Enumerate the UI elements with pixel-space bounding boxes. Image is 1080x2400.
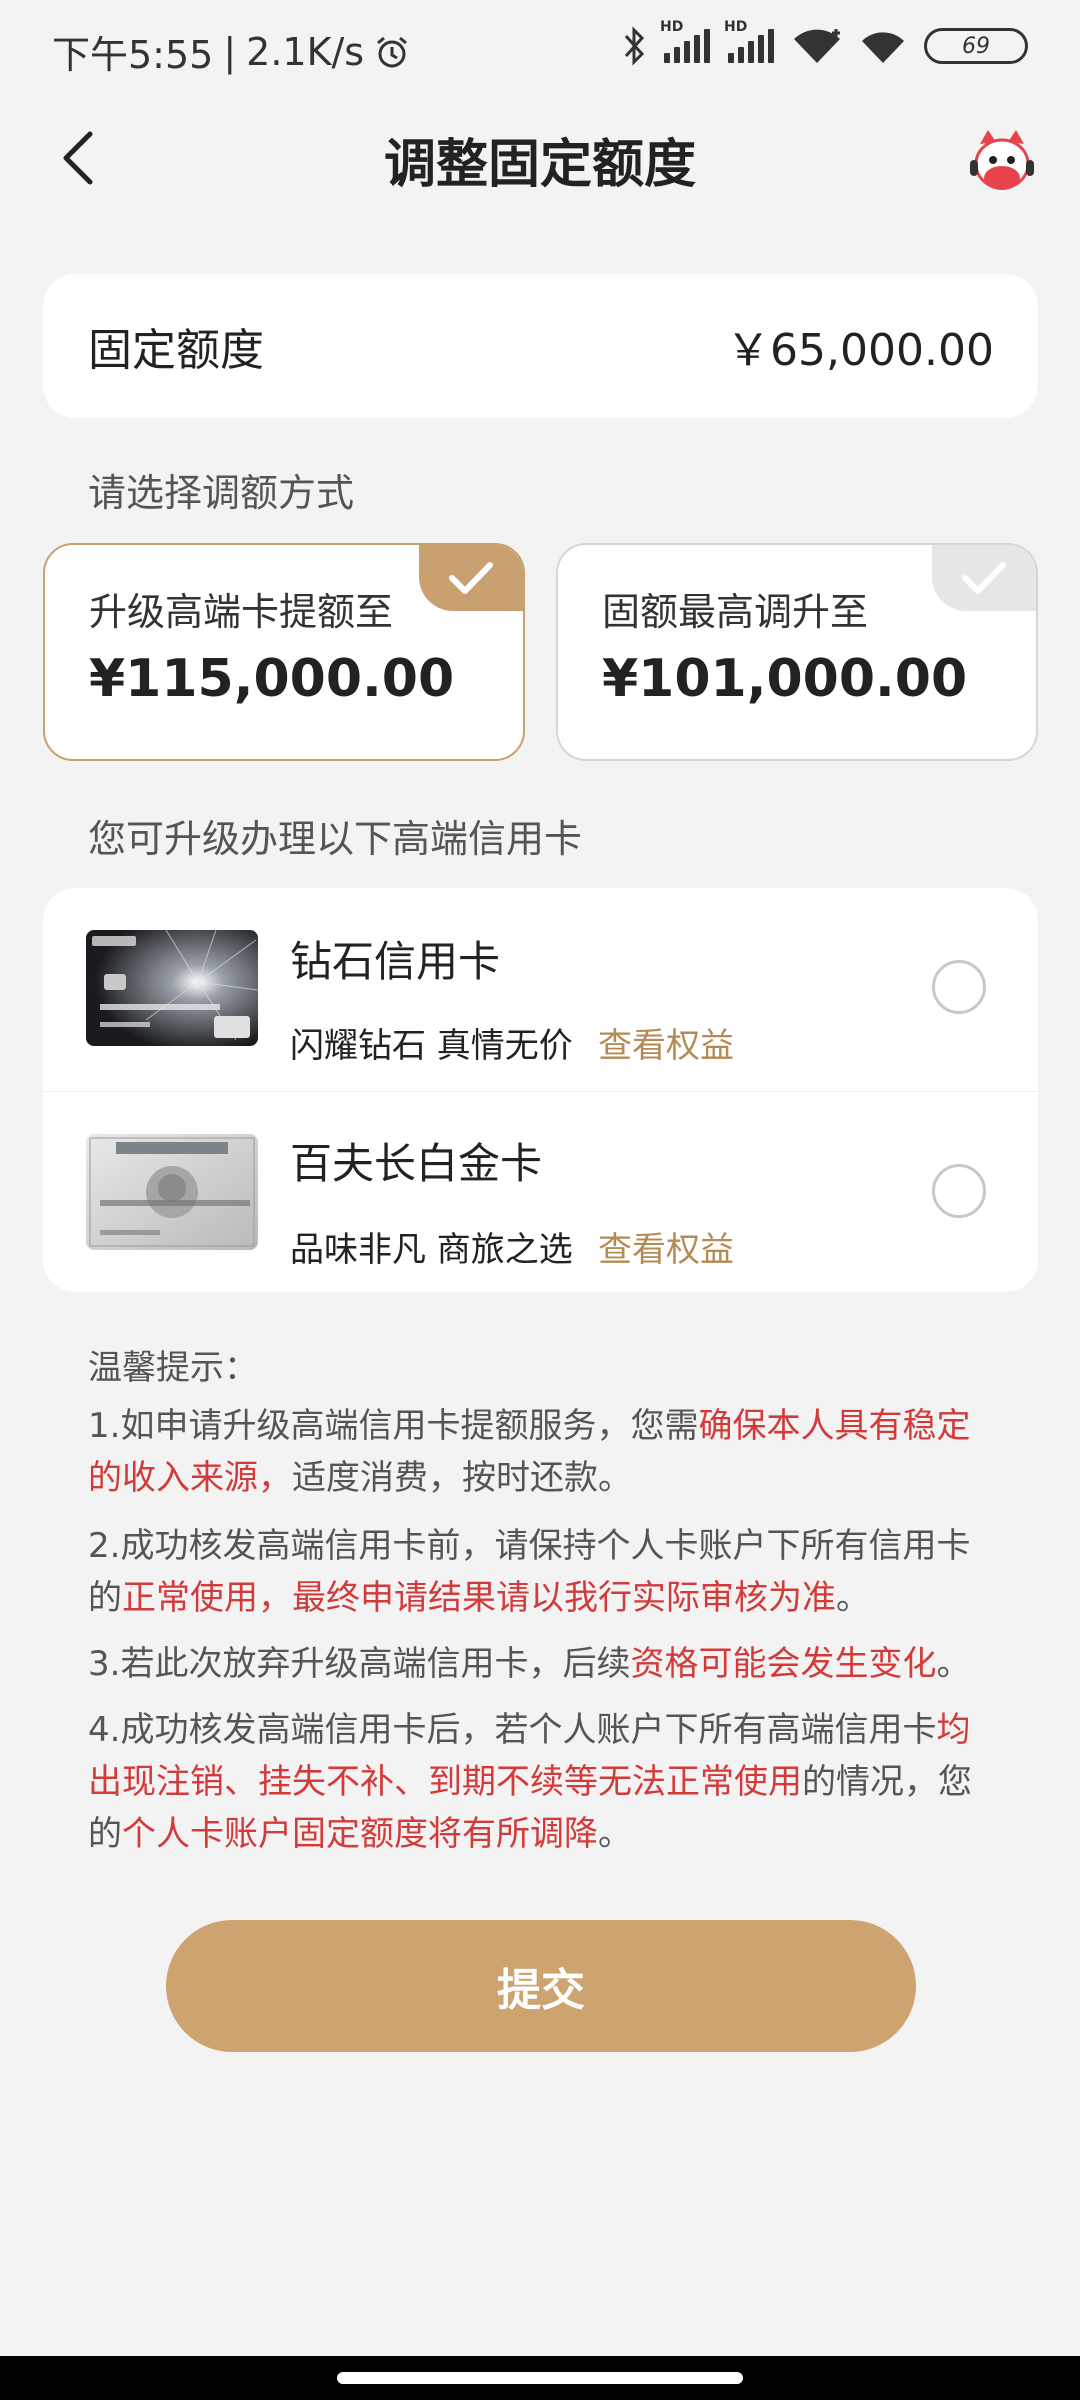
tip-3: 3.若此次放弃升级高端信用卡，后续资格可能会发生变化。 bbox=[88, 1638, 988, 1690]
battery-level: 69 bbox=[962, 33, 990, 59]
status-speed: 2.1K/s bbox=[246, 29, 365, 74]
check-icon bbox=[449, 562, 493, 594]
selected-badge bbox=[419, 545, 523, 611]
submit-label: 提交 bbox=[497, 1965, 585, 2016]
tip-4-text-end: 。 bbox=[598, 1814, 632, 1854]
diamond-card-desc: 闪耀钻石 真情无价 bbox=[290, 1026, 573, 1066]
diamond-card-image bbox=[86, 930, 258, 1046]
tip-3-text: 3.若此次放弃升级高端信用卡，后续 bbox=[88, 1644, 631, 1684]
option-upgrade-card[interactable]: 升级高端卡提额至 ¥115,000.00 bbox=[43, 543, 525, 761]
tip-2-text-end: 。 bbox=[836, 1578, 870, 1618]
tip-2: 2.成功核发高端信用卡前，请保持个人卡账户下所有信用卡的正常使用，最终申请结果请… bbox=[88, 1520, 988, 1624]
tip-2-highlight: 正常使用，最终申请结果请以我行实际审核为准 bbox=[122, 1578, 836, 1618]
upgrade-hint: 您可升级办理以下高端信用卡 bbox=[88, 817, 583, 861]
diamond-card-name: 钻石信用卡 bbox=[290, 937, 501, 986]
fixed-limit-value: ￥65,000.00 bbox=[726, 325, 994, 376]
tip-1-text-end: 适度消费，按时还款。 bbox=[292, 1458, 632, 1498]
status-bar: 下午5:55 | 2.1K/s HD HD 69 bbox=[0, 0, 1080, 100]
tip-1: 1.如申请升级高端信用卡提额服务，您需确保本人具有稳定的收入来源，适度消费，按时… bbox=[88, 1400, 988, 1504]
battery-icon: 69 bbox=[924, 28, 1028, 64]
alarm-icon bbox=[377, 36, 408, 67]
submit-button[interactable]: 提交 bbox=[166, 1920, 916, 2052]
status-left: 下午5:55 | 2.1K/s bbox=[52, 24, 410, 79]
option-max-raise[interactable]: 固额最高调升至 ¥101,000.00 bbox=[556, 543, 1038, 761]
option-max-raise-label: 固额最高调升至 bbox=[602, 590, 869, 634]
tip-1-text: 1.如申请升级高端信用卡提额服务，您需 bbox=[88, 1406, 699, 1446]
check-icon bbox=[962, 562, 1006, 594]
option-max-raise-value: ¥101,000.00 bbox=[602, 649, 968, 709]
mascot-icon[interactable] bbox=[966, 126, 1038, 198]
tip-4-text: 4.成功核发高端信用卡后，若个人账户下所有高端信用卡 bbox=[88, 1710, 937, 1750]
diamond-card-benefits-link[interactable]: 查看权益 bbox=[598, 1018, 734, 1067]
option-upgrade-label: 升级高端卡提额至 bbox=[89, 590, 394, 634]
option-upgrade-value: ¥115,000.00 bbox=[89, 649, 455, 709]
wifi-icon bbox=[794, 29, 840, 64]
centurion-card-image bbox=[86, 1134, 258, 1250]
tip-3-text-end: 。 bbox=[936, 1644, 971, 1684]
centurion-card-radio[interactable] bbox=[932, 1164, 986, 1218]
list-divider bbox=[43, 1091, 1038, 1092]
status-right: HD HD 69 bbox=[622, 19, 1028, 66]
status-time: 下午5:55 bbox=[52, 33, 214, 77]
wifi-icon-2 bbox=[862, 32, 904, 63]
signal-label: HD bbox=[660, 19, 684, 35]
diamond-card-radio[interactable] bbox=[932, 960, 986, 1014]
unselected-badge bbox=[932, 545, 1036, 611]
status-separator: | bbox=[223, 29, 237, 74]
page-title: 调整固定额度 bbox=[383, 135, 696, 195]
tip-4-highlight-2: 个人卡账户固定额度将有所调降 bbox=[122, 1814, 598, 1854]
signal-icon-2: HD bbox=[724, 19, 774, 63]
signal-icon: HD bbox=[660, 19, 710, 63]
centurion-card-benefits-link[interactable]: 查看权益 bbox=[598, 1222, 734, 1271]
fixed-limit-label: 固定额度 bbox=[88, 325, 264, 376]
bluetooth-icon bbox=[624, 26, 645, 66]
adjust-method-hint: 请选择调额方式 bbox=[88, 471, 355, 515]
home-indicator[interactable] bbox=[337, 2372, 743, 2384]
tips-title: 温馨提示： bbox=[88, 1348, 258, 1388]
centurion-card-name: 百夫长白金卡 bbox=[290, 1139, 543, 1188]
tip-3-highlight: 资格可能会发生变化 bbox=[630, 1644, 937, 1684]
signal-label-2: HD bbox=[724, 19, 748, 35]
tip-4: 4.成功核发高端信用卡后，若个人账户下所有高端信用卡均出现注销、挂失不补、到期不… bbox=[88, 1704, 988, 1860]
centurion-card-desc: 品味非凡 商旅之选 bbox=[290, 1230, 573, 1270]
